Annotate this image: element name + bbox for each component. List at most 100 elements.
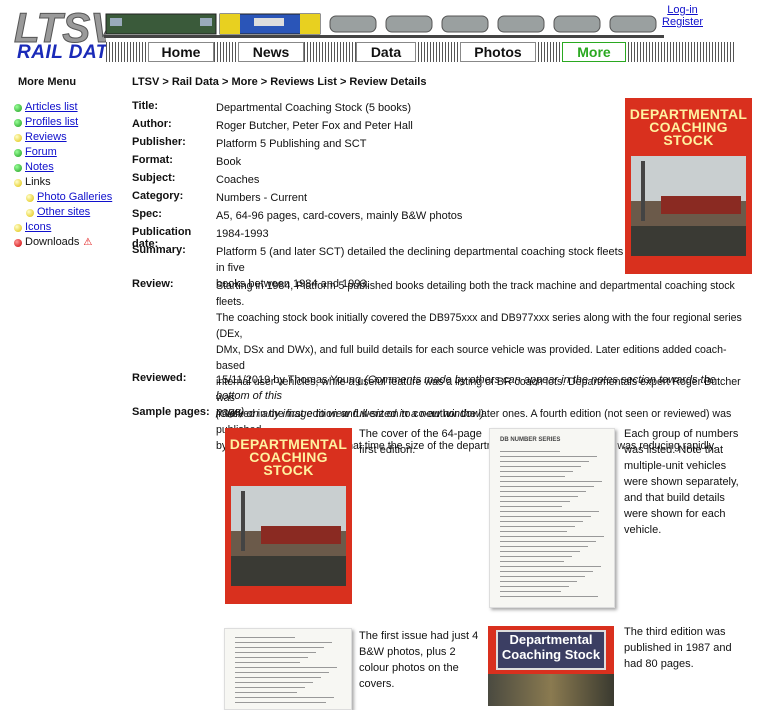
site-header: LTSV RAIL DATA Log-in Register Home News… (0, 0, 757, 66)
page-text-line (500, 546, 588, 547)
green-status-icon (14, 118, 22, 127)
caption-line: multiple-unit vehicles (624, 460, 727, 472)
sidebar-item-other-sites[interactable]: Other sites (14, 205, 112, 220)
sidebar-item-label[interactable]: Profiles list (25, 115, 78, 130)
sidebar-item-profiles-list[interactable]: Profiles list (14, 115, 112, 130)
page-text-line (500, 561, 564, 562)
reviewed-date: 15/11/2019 by Thomas Young (216, 374, 362, 386)
samples-hint-text: (Click on any image to view full-sized i… (216, 408, 484, 420)
page-text-line (235, 657, 308, 658)
breadcrumb: LTSV > Rail Data > More > Reviews List >… (132, 76, 427, 88)
review-line: DMx, DSx and DWx), and full build detail… (216, 344, 727, 372)
sample-caption-4: The third edition was published in 1987 … (624, 624, 732, 672)
green-status-icon (14, 148, 22, 157)
page-text-line (500, 521, 583, 522)
book-cover-image[interactable]: DEPARTMENTAL COACHING STOCK (625, 98, 752, 274)
caption-line: The third edition was (624, 626, 726, 638)
page-text-line (500, 451, 560, 452)
sample-third-edition-image[interactable]: Departmental Coaching Stock (488, 626, 614, 706)
page-text-line (235, 682, 313, 683)
page-text-line (500, 576, 585, 577)
page-text-line (235, 652, 316, 653)
tab-news[interactable]: News (238, 42, 304, 62)
caption-line: colour photos on the (359, 662, 459, 674)
sample-number-page-image[interactable]: DB NUMBER SERIES (489, 428, 615, 608)
cover-photo (231, 486, 346, 586)
page-text-line (500, 486, 594, 487)
page-text-line (235, 692, 297, 693)
page-text-line (235, 687, 305, 688)
page-text-line (500, 511, 599, 512)
sidebar-item-label[interactable]: Articles list (25, 100, 78, 115)
sidebar-item-label[interactable]: Icons (25, 220, 51, 235)
page-text-line (500, 516, 591, 517)
page-text-line (235, 697, 334, 698)
sidebar-item-label[interactable]: Forum (25, 145, 57, 160)
third-cover-title: Departmental Coaching Stock (496, 630, 606, 670)
category-value: Numbers - Current (216, 192, 308, 204)
sidebar-item-links: Links (14, 175, 112, 190)
sidebar-item-forum[interactable]: Forum (14, 145, 112, 160)
sidebar-item-label[interactable]: Photo Galleries (37, 190, 112, 205)
sidebar-item-label[interactable]: Other sites (37, 205, 90, 220)
ltsv-logo[interactable]: LTSV (14, 6, 106, 46)
page-text-line (235, 702, 326, 703)
page-text-line (500, 536, 604, 537)
sample-text-page-image[interactable] (224, 628, 352, 710)
page-text-line (235, 677, 321, 678)
sample-caption-1: The cover of the 64-page first edition. (359, 426, 482, 458)
caption-line: The cover of the 64-page (359, 428, 482, 440)
page-text-line (500, 496, 578, 497)
sample-cover-image[interactable]: DEPARTMENTAL COACHING STOCK (225, 428, 352, 604)
page-text-line (500, 596, 598, 597)
sidebar-item-articles-list[interactable]: Articles list (14, 100, 112, 115)
spec-value: A5, 64-96 pages, card-covers, mainly B&W… (216, 210, 463, 222)
tab-more[interactable]: More (562, 42, 626, 62)
page-text-line (500, 471, 573, 472)
page-text-line (500, 506, 562, 507)
page-text-line (500, 581, 577, 582)
tab-data[interactable]: Data (356, 42, 416, 62)
subject-value: Coaches (216, 174, 260, 186)
caption-line: were shown separately, (624, 476, 739, 488)
login-link[interactable]: Log-in (662, 4, 703, 16)
yellow-status-icon (14, 178, 22, 187)
page-text-line (500, 466, 581, 467)
page-text-line (500, 476, 565, 477)
cover-title: DEPARTMENTAL COACHING STOCK (225, 437, 352, 477)
register-link[interactable]: Register (662, 16, 703, 28)
caption-line: was listed. Note that (624, 444, 724, 456)
page-text-line (500, 481, 602, 482)
sidebar-item-label: Links (25, 176, 51, 188)
third-cover-photo (488, 674, 614, 706)
warning-triangle-icon: ⚠ (83, 237, 93, 248)
caption-line: first edition. (359, 444, 416, 456)
cover-photo (631, 156, 746, 256)
sidebar-item-photo-galleries[interactable]: Photo Galleries (14, 190, 112, 205)
format-value: Book (216, 156, 242, 168)
sidebar-item-label[interactable]: Reviews (25, 130, 67, 145)
auth-links: Log-in Register (662, 4, 703, 28)
page-text-line (500, 551, 580, 552)
tab-photos[interactable]: Photos (460, 42, 536, 62)
sidebar-title: More Menu (18, 76, 77, 88)
samples-hint: (Click on any image to view full-sized i… (216, 406, 484, 422)
logo-text: LTSV (14, 6, 106, 46)
caption-line: Each group of numbers (624, 428, 739, 440)
sidebar-item-reviews[interactable]: Reviews (14, 130, 112, 145)
sidebar-item-notes[interactable]: Notes (14, 160, 112, 175)
sidebar-item-label[interactable]: Notes (25, 160, 54, 175)
cover-title-line: Departmental (509, 632, 593, 647)
page-text-line (235, 672, 329, 673)
page-text-line (500, 591, 561, 592)
title-value: Departmental Coaching Stock (5 books) (216, 102, 412, 114)
subject-label: Subject: (132, 172, 176, 184)
cover-title: DEPARTMENTAL COACHING STOCK (625, 107, 752, 147)
sidebar-item-icons[interactable]: Icons (14, 220, 112, 235)
page-text-line (500, 586, 569, 587)
caption-line: had 80 pages. (624, 658, 694, 670)
yellow-status-icon (14, 223, 22, 232)
page-text-line (500, 526, 575, 527)
tab-home[interactable]: Home (148, 42, 214, 62)
samples-label: Sample pages: (132, 406, 210, 418)
